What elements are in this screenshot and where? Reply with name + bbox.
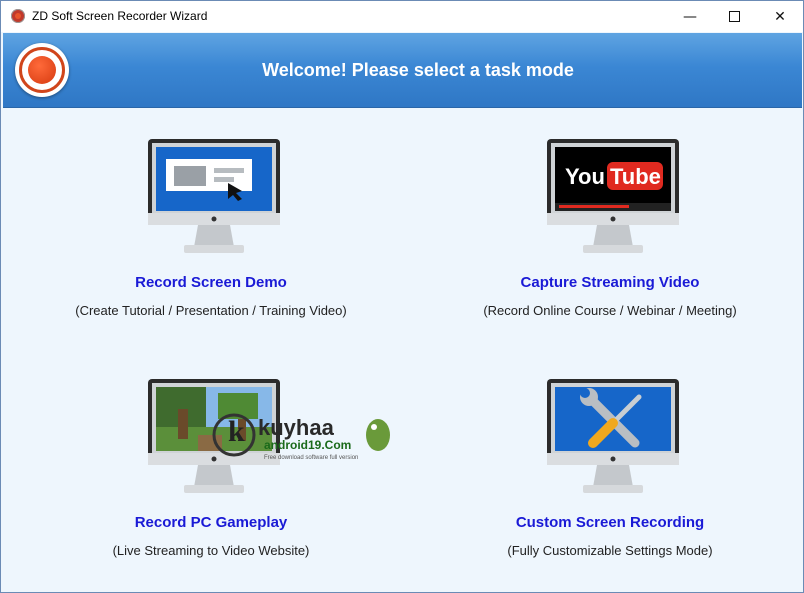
- task-capture-streaming-video[interactable]: You Tube Capture Streaming Video (Record…: [410, 139, 804, 329]
- task-description: (Create Tutorial / Presentation / Traini…: [75, 303, 347, 318]
- youtube-tube-text: Tube: [610, 164, 661, 189]
- monitor-youtube-icon: You Tube: [547, 139, 679, 253]
- youtube-you-text: You: [565, 164, 605, 189]
- task-title[interactable]: Record Screen Demo: [11, 274, 411, 291]
- monitor-screen-demo-icon: [148, 139, 280, 253]
- close-icon: ✕: [774, 8, 786, 25]
- app-window: ZD Soft Screen Recorder Wizard — ✕ Welco…: [0, 0, 804, 593]
- window-title: ZD Soft Screen Recorder Wizard: [32, 9, 208, 23]
- task-title[interactable]: Record PC Gameplay: [11, 514, 411, 531]
- task-description: (Live Streaming to Video Website): [112, 543, 310, 558]
- record-app-icon: [11, 9, 25, 23]
- task-title[interactable]: Capture Streaming Video: [410, 274, 804, 291]
- task-record-screen-demo[interactable]: Record Screen Demo (Create Tutorial / Pr…: [11, 139, 411, 329]
- svg-text:k: k: [228, 415, 245, 448]
- header-banner: Welcome! Please select a task mode: [3, 33, 802, 108]
- watermark-line2: android19.Com: [264, 438, 351, 452]
- watermark-line3: Free download software full version: [264, 455, 358, 461]
- task-description: (Record Online Course / Webinar / Meetin…: [483, 303, 737, 318]
- close-button[interactable]: ✕: [757, 1, 803, 32]
- minimize-button[interactable]: —: [667, 1, 713, 32]
- title-bar[interactable]: ZD Soft Screen Recorder Wizard — ✕: [1, 1, 803, 32]
- maximize-icon: [728, 11, 740, 22]
- task-custom-screen-recording[interactable]: Custom Screen Recording (Fully Customiza…: [410, 379, 804, 569]
- task-description: (Fully Customizable Settings Mode): [507, 543, 713, 558]
- banner-title: Welcome! Please select a task mode: [262, 60, 574, 80]
- watermark-line1: kuyhaa: [258, 415, 335, 440]
- maximize-button[interactable]: [711, 1, 757, 32]
- task-title[interactable]: Custom Screen Recording: [410, 514, 804, 531]
- task-record-pc-gameplay[interactable]: Record PC Gameplay (Live Streaming to Vi…: [11, 379, 411, 569]
- watermark-logo: k kuyhaa android19.Com Free download sof…: [212, 413, 390, 461]
- minimize-icon: —: [683, 8, 697, 25]
- monitor-tools-icon: [547, 379, 679, 493]
